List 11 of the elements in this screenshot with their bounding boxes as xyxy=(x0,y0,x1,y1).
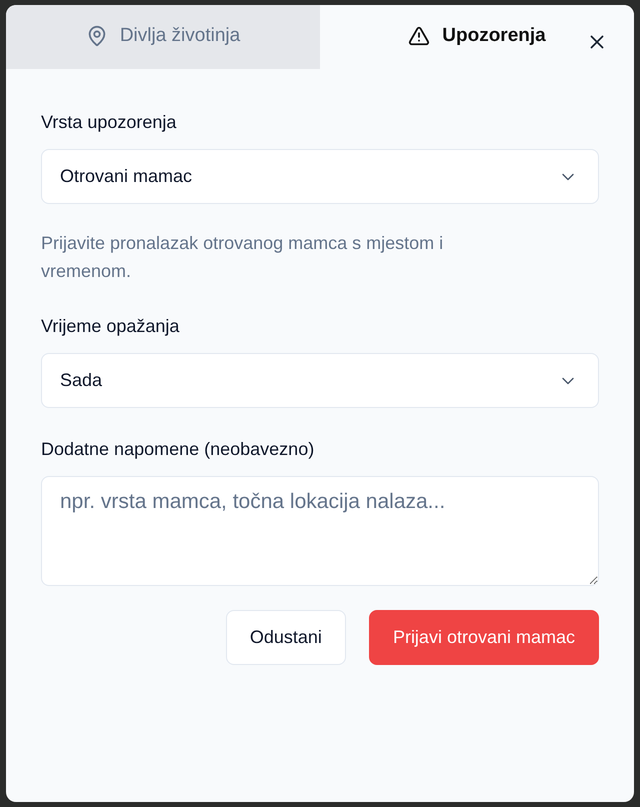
select-field[interactable]: Otrovani mamac xyxy=(41,149,599,204)
field-label: Vrsta upozorenja xyxy=(41,111,178,134)
help-text: Prijavite pronalazak otrovanog mamca s mjestom i vremenom. xyxy=(41,232,444,283)
cancel-button[interactable]: Odustani xyxy=(226,610,346,665)
select-field[interactable]: Sada xyxy=(41,353,599,408)
warning-icon xyxy=(408,25,430,47)
submit-button[interactable]: Prijavi otrovani mamac xyxy=(368,610,599,665)
field-label: Dodatne napomene (neobavezno) xyxy=(41,438,316,461)
notes-field[interactable]: npr. vrsta mamca, točna lokacija nalaza... xyxy=(41,476,599,586)
field-label: Vrijeme opažanja xyxy=(41,315,180,338)
tab[interactable]: Divlja životinja xyxy=(6,5,320,69)
